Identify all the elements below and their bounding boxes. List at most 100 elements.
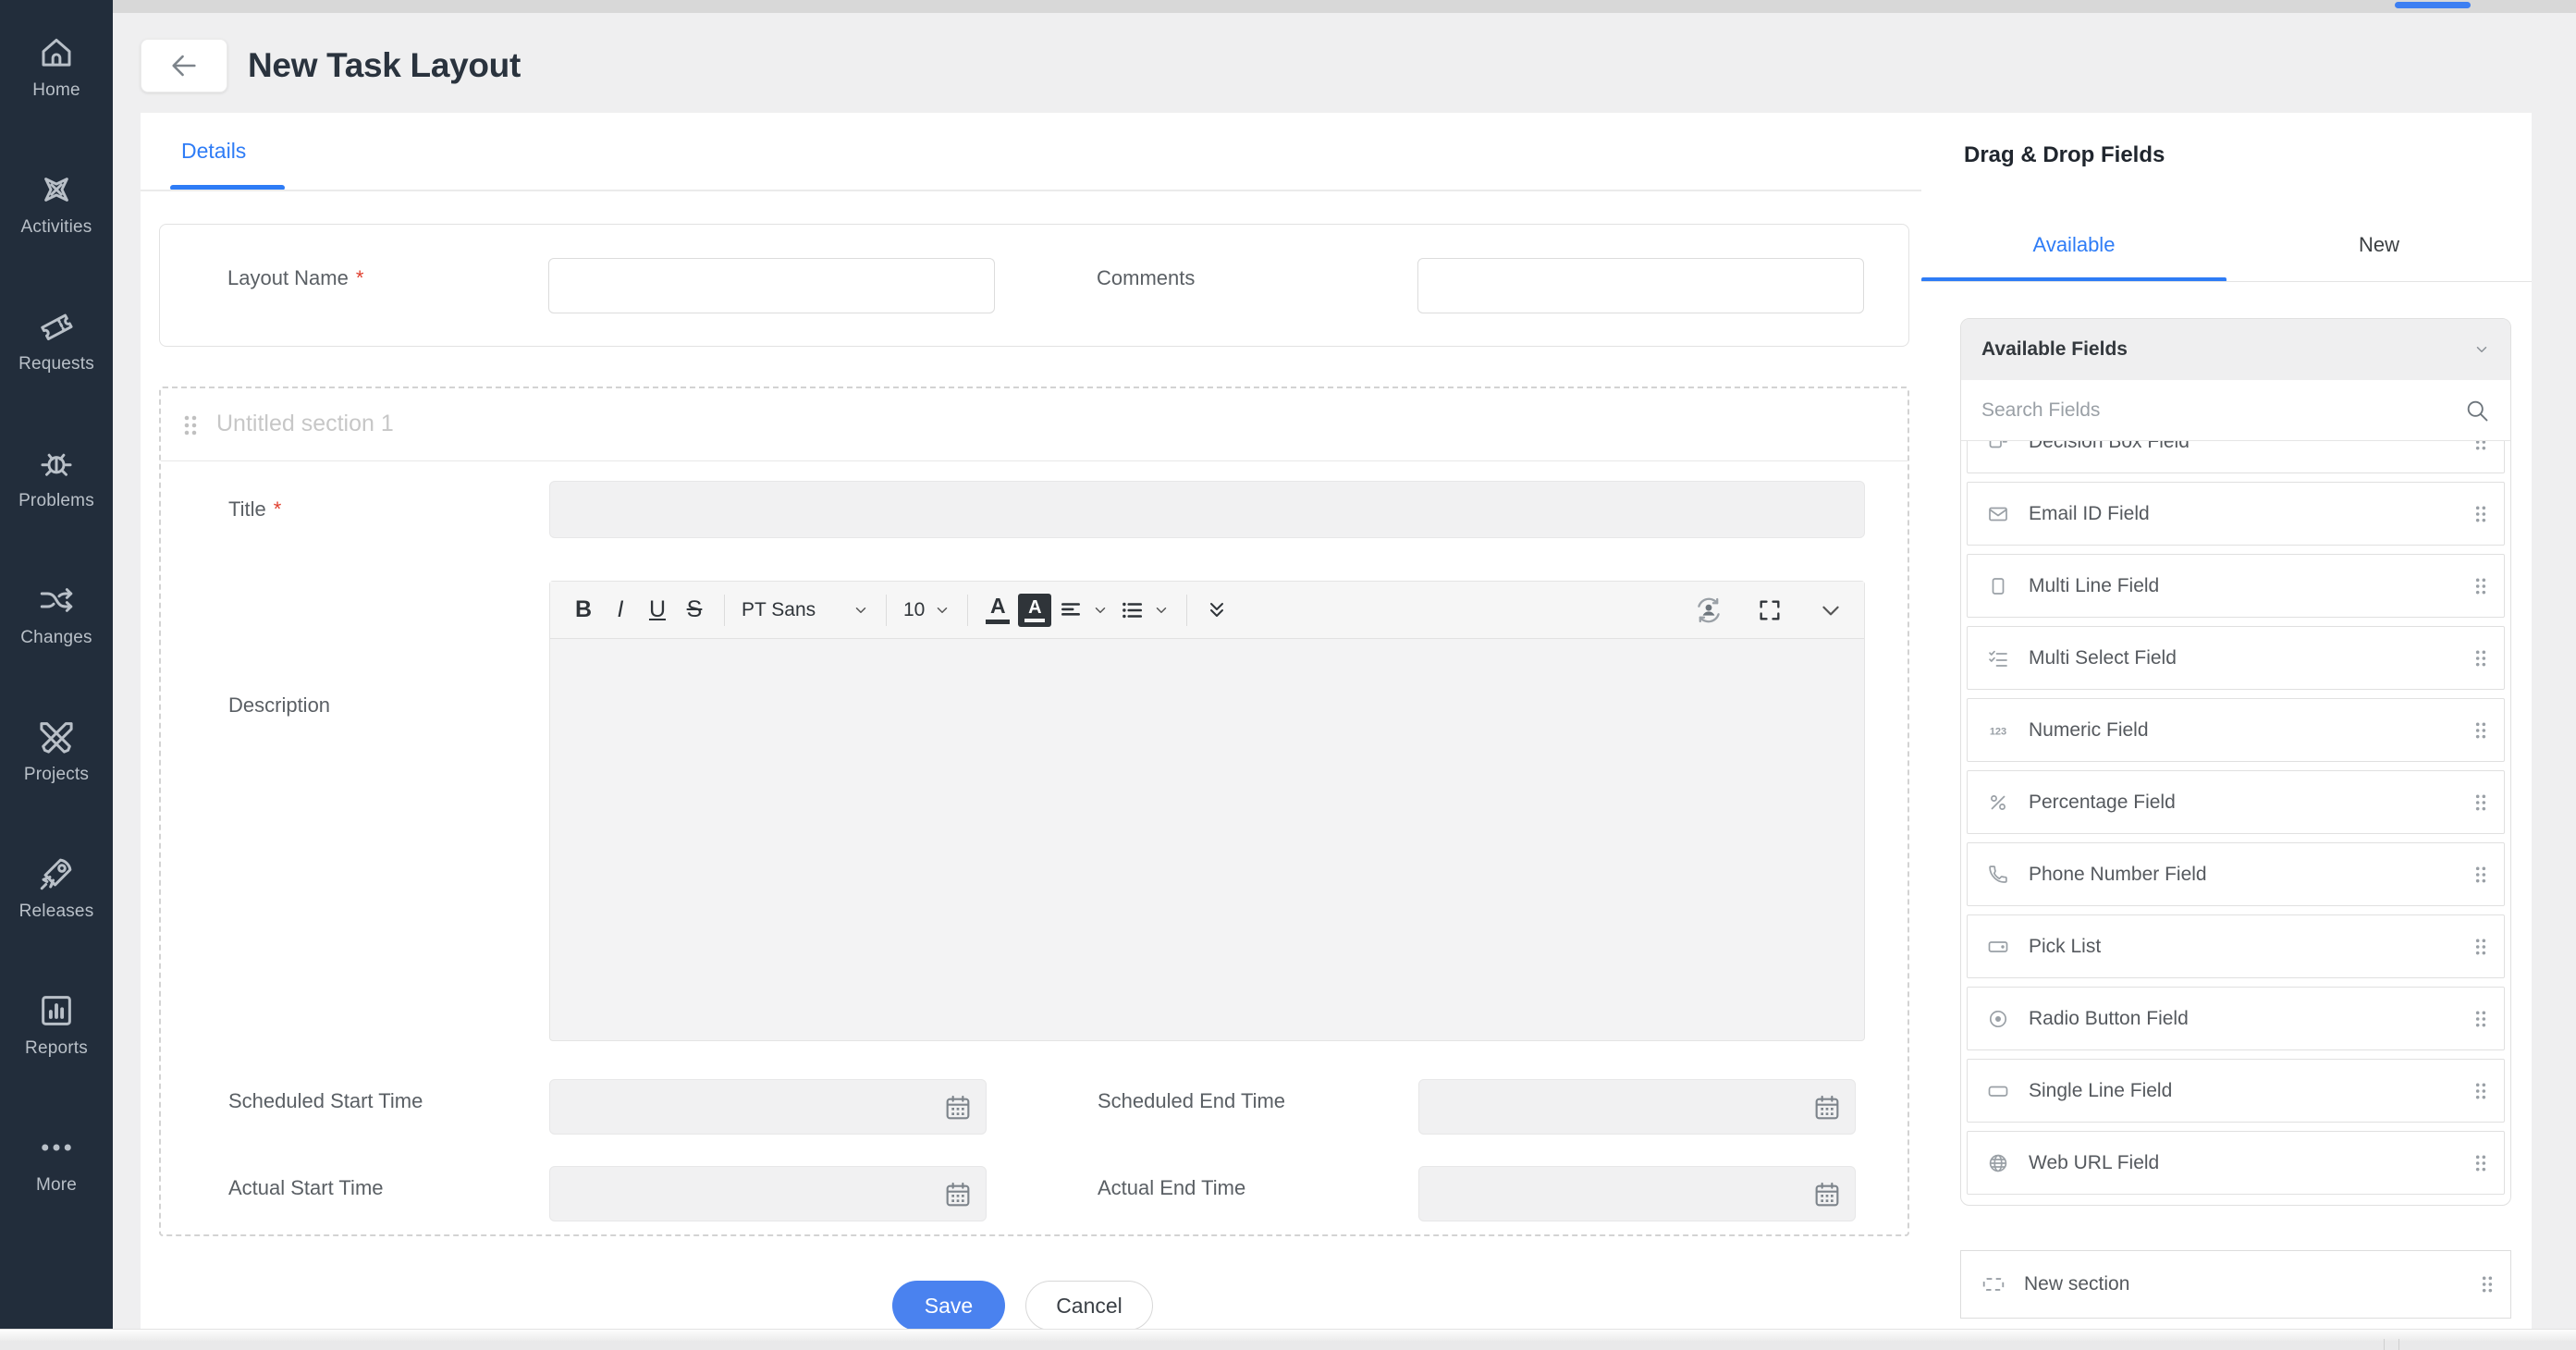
- available-fields-box: Available Fields Decision Box Field Emai…: [1960, 318, 2511, 1206]
- double-chevron-down-icon: [1206, 599, 1228, 621]
- sidebar-item-releases[interactable]: Releases: [0, 854, 113, 991]
- svg-text:123: 123: [1990, 726, 2006, 737]
- save-button[interactable]: Save: [892, 1281, 1005, 1331]
- rich-text-editor: B I U S PT Sans 10 A A: [549, 581, 1865, 1041]
- list-select[interactable]: [1114, 590, 1175, 631]
- sidebar-item-home[interactable]: Home: [0, 33, 113, 170]
- strikethrough-button[interactable]: S: [676, 590, 713, 631]
- bold-button[interactable]: B: [565, 590, 602, 631]
- page-title: New Task Layout: [248, 46, 521, 85]
- single-line-icon: [1986, 1079, 2010, 1103]
- field-item-single-line-field[interactable]: Single Line Field: [1967, 1059, 2505, 1123]
- scheduled-start-input[interactable]: [549, 1079, 987, 1135]
- title-input[interactable]: [549, 481, 1865, 538]
- layout-name-input[interactable]: [548, 258, 995, 313]
- pick-list-icon: [1986, 935, 2010, 959]
- field-label: Decision Box Field: [2029, 441, 2190, 453]
- drag-handle[interactable]: [2474, 793, 2487, 812]
- font-color-button[interactable]: A: [979, 590, 1016, 631]
- top-scroll-indicator[interactable]: [2395, 2, 2471, 8]
- chevron-down-icon: [1092, 602, 1109, 619]
- drag-handle[interactable]: [2474, 505, 2487, 523]
- requests-icon: [37, 307, 76, 346]
- sidebar-item-changes[interactable]: Changes: [0, 581, 113, 718]
- panel-tab-available[interactable]: Available: [1921, 233, 2226, 257]
- new-section-item[interactable]: New section: [1960, 1250, 2511, 1319]
- sidebar-item-problems[interactable]: Problems: [0, 444, 113, 581]
- drag-handle[interactable]: [2474, 441, 2487, 451]
- sidebar-item-more[interactable]: More: [0, 1128, 113, 1265]
- sidebar-item-label: Projects: [24, 765, 89, 785]
- more-formatting-button[interactable]: [1198, 590, 1235, 631]
- fullscreen-button[interactable]: [1751, 590, 1788, 631]
- font-size-select[interactable]: 10: [898, 590, 956, 631]
- editor-content-area[interactable]: [550, 639, 1864, 1040]
- cancel-button[interactable]: Cancel: [1025, 1281, 1153, 1331]
- chevron-down-icon: [1153, 602, 1170, 619]
- highlight-color-button[interactable]: A: [1016, 590, 1053, 631]
- section-divider: [161, 460, 1907, 461]
- drag-handle[interactable]: [2474, 1010, 2487, 1028]
- back-button[interactable]: [141, 39, 227, 92]
- home-icon: [37, 33, 76, 72]
- drag-handle[interactable]: [2474, 1082, 2487, 1100]
- sidebar-item-activities[interactable]: Activities: [0, 170, 113, 307]
- search-fields-input[interactable]: [1981, 399, 2464, 422]
- calendar-icon[interactable]: [943, 1093, 973, 1123]
- sidebar-item-requests[interactable]: Requests: [0, 307, 113, 444]
- field-item-web-url-field[interactable]: Web URL Field: [1967, 1131, 2505, 1195]
- actual-end-input[interactable]: [1418, 1166, 1856, 1221]
- drag-handle[interactable]: [2474, 649, 2487, 668]
- chevron-down-icon: [934, 602, 951, 619]
- section-drag-handle[interactable]: [183, 414, 198, 436]
- sidebar-item-label: Changes: [20, 628, 92, 648]
- italic-button[interactable]: I: [602, 590, 639, 631]
- sidebar-item-label: Home: [32, 80, 80, 101]
- drag-handle[interactable]: [2481, 1275, 2494, 1294]
- required-marker: *: [274, 497, 282, 521]
- panel-title: Drag & Drop Fields: [1964, 142, 2165, 168]
- percentage-icon: [1986, 791, 2010, 815]
- field-item-multi-select-field[interactable]: Multi Select Field: [1967, 626, 2505, 690]
- drag-handle[interactable]: [2474, 577, 2487, 595]
- font-family-select[interactable]: PT Sans: [736, 590, 875, 631]
- field-label: Percentage Field: [2029, 792, 2176, 814]
- section-title[interactable]: Untitled section 1: [216, 411, 394, 437]
- actual-start-label: Actual Start Time: [228, 1176, 384, 1200]
- drag-handle[interactable]: [2474, 721, 2487, 740]
- sidebar-item-projects[interactable]: Projects: [0, 718, 113, 854]
- field-item-percentage-field[interactable]: Percentage Field: [1967, 770, 2505, 834]
- field-item-pick-list[interactable]: Pick List: [1967, 914, 2505, 978]
- collapse-toolbar-button[interactable]: [1812, 590, 1849, 631]
- layout-meta-form: Layout Name* Comments: [159, 224, 1909, 347]
- underline-button[interactable]: U: [639, 590, 676, 631]
- mention-user-button[interactable]: [1690, 590, 1727, 631]
- chevron-down-icon: [1819, 598, 1843, 622]
- required-marker: *: [356, 266, 364, 289]
- scheduled-end-input[interactable]: [1418, 1079, 1856, 1135]
- drag-handle[interactable]: [2474, 1154, 2487, 1172]
- search-fields-row: [1961, 380, 2510, 441]
- sidebar-item-reports[interactable]: Reports: [0, 991, 113, 1128]
- available-fields-header[interactable]: Available Fields: [1961, 319, 2510, 380]
- field-item-radio-button-field[interactable]: Radio Button Field: [1967, 987, 2505, 1050]
- drag-handle[interactable]: [2474, 938, 2487, 956]
- calendar-icon[interactable]: [1812, 1093, 1842, 1123]
- field-item-numeric-field[interactable]: 123 Numeric Field: [1967, 698, 2505, 762]
- web-url-icon: [1986, 1151, 2010, 1175]
- field-item-phone-number-field[interactable]: Phone Number Field: [1967, 842, 2505, 906]
- comments-input[interactable]: [1417, 258, 1864, 313]
- tab-details[interactable]: Details: [181, 139, 246, 164]
- field-item-multi-line-field[interactable]: Multi Line Field: [1967, 554, 2505, 618]
- align-select[interactable]: [1053, 590, 1114, 631]
- more-icon: [37, 1128, 76, 1167]
- calendar-icon[interactable]: [1812, 1180, 1842, 1209]
- drag-handle[interactable]: [2474, 865, 2487, 884]
- panel-tab-new[interactable]: New: [2226, 233, 2532, 257]
- field-item-decision-box-field[interactable]: Decision Box Field: [1967, 441, 2505, 473]
- field-item-email-id-field[interactable]: Email ID Field: [1967, 482, 2505, 546]
- arrow-left-icon: [168, 50, 200, 81]
- form-section[interactable]: Untitled section 1 Title* Description B …: [159, 387, 1909, 1236]
- calendar-icon[interactable]: [943, 1180, 973, 1209]
- actual-start-input[interactable]: [549, 1166, 987, 1221]
